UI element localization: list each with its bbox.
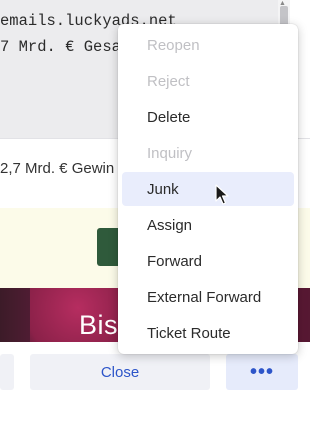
menu-item-reopen: Reopen bbox=[147, 36, 200, 54]
action-bar: Close ••• bbox=[0, 342, 310, 422]
mouse-pointer-icon bbox=[215, 184, 229, 205]
menu-item-delete[interactable]: Delete bbox=[122, 100, 294, 134]
menu-item-inquiry: Inquiry bbox=[147, 144, 193, 162]
close-button[interactable]: Close bbox=[30, 354, 210, 390]
code-line: 7 Mrd. € Gesa bbox=[0, 38, 121, 56]
menu-item-junk[interactable]: Junk bbox=[122, 172, 294, 206]
menu-item-assign[interactable]: Assign bbox=[122, 208, 294, 242]
more-dots-icon: ••• bbox=[249, 360, 274, 383]
more-actions-button[interactable]: ••• bbox=[226, 354, 298, 390]
menu-item-reject: Reject bbox=[147, 72, 190, 90]
menu-item-ticket-route[interactable]: Ticket Route bbox=[122, 316, 294, 350]
image-caption: Bis bbox=[79, 310, 119, 340]
email-preview-text: 2,7 Mrd. € Gewin bbox=[0, 160, 115, 177]
more-actions-menu: Reopen Reject Delete Inquiry Junk Assign Forwa… bbox=[118, 24, 298, 354]
left-action-button[interactable] bbox=[0, 354, 14, 390]
menu-item-forward[interactable]: Forward bbox=[122, 244, 294, 278]
menu-item-external-forward[interactable]: External Forward bbox=[122, 280, 294, 314]
